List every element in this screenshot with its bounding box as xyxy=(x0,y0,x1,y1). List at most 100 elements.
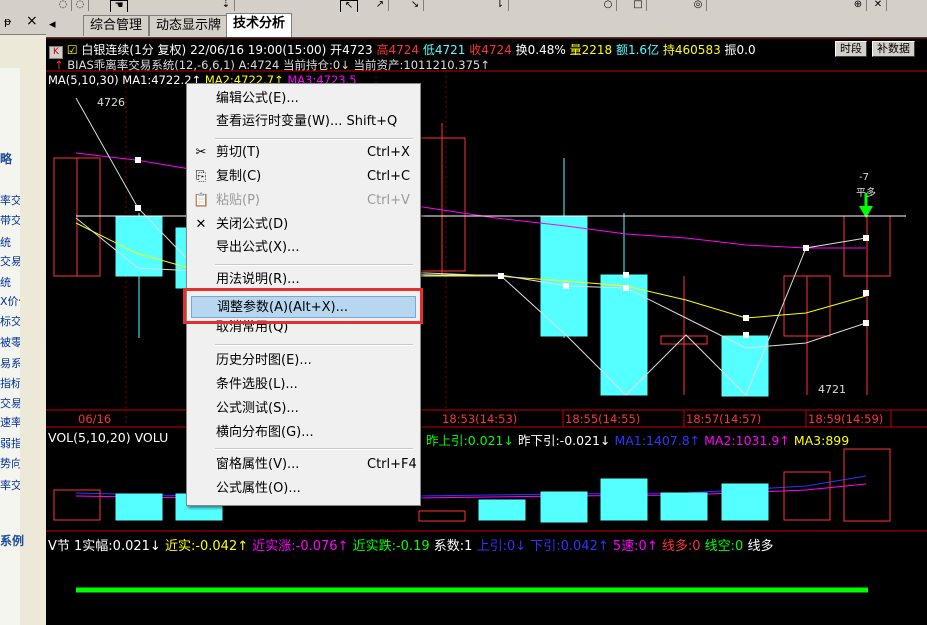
strategy-item[interactable]: 势向 xyxy=(0,455,20,475)
menu-item-label: 关闭公式(D) xyxy=(216,217,289,232)
paste-icon: 📋 xyxy=(193,193,210,208)
tab-dynamic-display[interactable]: 动态显示牌 xyxy=(149,15,229,36)
quote-low: 低4721 xyxy=(422,43,466,57)
strategy-item[interactable]: 交易 xyxy=(0,395,20,415)
menu-item[interactable]: ✂ 剪切(T) Ctrl+X xyxy=(187,142,420,164)
quote-volume: 量2218 xyxy=(569,43,613,57)
menu-item[interactable]: 条件选股(L)... xyxy=(187,374,420,396)
tab-comprehensive[interactable]: 综合管理 xyxy=(83,15,150,36)
v-long-2: 线多 xyxy=(747,539,774,554)
menu-item[interactable]: ⎘ 复制(C) Ctrl+C xyxy=(187,166,420,188)
menu-separator xyxy=(215,138,413,140)
circle-icon[interactable]: ○ xyxy=(600,0,617,11)
ma-marker xyxy=(135,205,141,211)
pencil-icon[interactable]: ↗ xyxy=(372,0,389,11)
volume-bar xyxy=(600,478,648,521)
v-upper: 上引:0↓ xyxy=(476,539,527,554)
v-coef: 系数:1 xyxy=(433,539,473,554)
volume-bar xyxy=(418,510,466,522)
menu-item[interactable]: 公式属性(O)... xyxy=(187,478,420,500)
volume-bar xyxy=(53,489,101,521)
strategy-item[interactable]: 指标 xyxy=(0,375,20,395)
low-price-label: 4721 xyxy=(818,383,846,396)
volume-bar xyxy=(540,491,588,523)
menu-item[interactable]: 历史分时图(E)... xyxy=(187,350,420,372)
signal-value: -7 xyxy=(859,172,869,183)
camera-icon[interactable]: ◌ xyxy=(72,0,89,11)
menu-item-label: 窗格属性(V)... xyxy=(216,457,300,472)
highlight-box xyxy=(183,288,423,324)
prev-up: 昨上引:0.021↓ xyxy=(426,433,514,448)
menu-separator xyxy=(215,448,413,450)
time-label: 18:59(14:59) xyxy=(808,412,884,426)
quote-change: 换0.48% xyxy=(515,43,566,57)
menu-item-shortcut: Ctrl+X xyxy=(367,145,410,160)
menu-item-label: 公式测试(S)... xyxy=(216,401,299,416)
menu-item[interactable]: 导出公式(X)... xyxy=(187,237,420,259)
time-label: 18:57(14:57) xyxy=(686,412,762,426)
close-icon[interactable]: × xyxy=(26,13,38,29)
signal-text: 平多 xyxy=(856,188,876,199)
menu-separator xyxy=(215,344,413,346)
quote-name: 白银连续(1分 复权) xyxy=(81,43,187,57)
menu-item[interactable]: 查看运行时变量(W)... Shift+Q xyxy=(187,111,420,133)
time-segment-button[interactable]: 时段 xyxy=(835,41,867,57)
settings-icon[interactable]: ◎ xyxy=(690,0,707,11)
vol-line: VOL(5,10,20) VOLU xyxy=(48,430,168,445)
pin-icon[interactable]: ᵽ xyxy=(4,15,11,28)
pin-icon[interactable]: ⊕ xyxy=(850,0,867,11)
zoom-icon[interactable]: ↘ xyxy=(407,0,424,11)
print-icon[interactable]: ⇂ xyxy=(492,0,509,11)
ma-marker xyxy=(863,290,869,296)
strategy-label: 略 xyxy=(0,152,13,166)
quote-open: 开4723 xyxy=(330,43,373,57)
menu-item-label: 查看运行时变量(W)... Shift+Q xyxy=(216,114,398,129)
menu-item[interactable]: 窗格属性(V)... Ctrl+F4 xyxy=(187,454,420,476)
chart-area[interactable]: K ☑ 白银连续(1分 复权) 22/06/16 19:00(15:00) 开4… xyxy=(46,38,927,625)
v-speed: 5速:0↑ xyxy=(612,539,658,554)
volume-bar xyxy=(843,448,891,522)
left-panel: ᵽ × 略 率交带交统交易统X价位标交被零易系指标交易速率弱指势向率交 系例 xyxy=(0,12,47,625)
ma-marker xyxy=(803,245,809,251)
v-amp: V节 1实幅:0.021↓ xyxy=(48,539,161,554)
ma-marker xyxy=(135,157,141,163)
strategy-item[interactable]: 弱指 xyxy=(0,435,20,455)
tab-technical-analysis[interactable]: 技术分析 xyxy=(226,13,293,37)
time-label: 18:53(14:53) xyxy=(442,412,518,426)
ma1-label: MA(5,10,30) MA1:4722.2↑ xyxy=(48,73,202,87)
quote-position: 持460583 xyxy=(662,43,721,57)
strategy-item[interactable]: 统 xyxy=(0,274,20,294)
close-icon[interactable]: ✕ xyxy=(870,0,887,11)
strategy-item[interactable]: 统 xyxy=(0,234,20,254)
ma-marker xyxy=(743,315,749,321)
square-icon[interactable]: □ xyxy=(630,0,647,11)
strategy-item[interactable]: 速率 xyxy=(0,414,20,434)
strategy-item[interactable]: 带交 xyxy=(0,212,20,232)
menu-item[interactable]: 📋 粘贴(P) Ctrl+V xyxy=(187,190,420,212)
strategy-item[interactable]: 率交 xyxy=(0,192,20,212)
menu-item-label: 横向分布图(G)... xyxy=(216,425,314,440)
menu-item-label: 复制(C) xyxy=(216,169,262,184)
strategy-item[interactable]: 率交 xyxy=(0,477,20,497)
menu-item[interactable]: 横向分布图(G)... xyxy=(187,422,420,444)
ma-marker xyxy=(863,320,869,326)
strategy-item[interactable]: 标交 xyxy=(0,313,20,333)
volume-bar xyxy=(478,499,526,521)
menu-item-label: 导出公式(X)... xyxy=(216,240,300,255)
arrow-icon[interactable]: ⇣ xyxy=(218,0,235,11)
v-lower: 下引:0.042↑ xyxy=(530,539,609,554)
menu-item[interactable]: 公式测试(S)... xyxy=(187,398,420,420)
ma-marker xyxy=(623,272,629,278)
v-long: 线多:0 xyxy=(661,539,701,554)
strategy-item[interactable]: 被零 xyxy=(0,334,20,354)
tab-scroll-left-icon[interactable]: ◂ xyxy=(49,15,57,35)
menu-item[interactable]: ✕ 关闭公式(D) xyxy=(187,214,420,236)
refresh-icon[interactable]: ◌ xyxy=(55,0,72,11)
strategy-item[interactable]: 易系 xyxy=(0,355,20,375)
strategy-item[interactable]: 交易 xyxy=(0,253,20,273)
menu-item[interactable]: 编辑公式(E)... xyxy=(187,88,420,110)
copy-icon: ⎘ xyxy=(195,169,207,184)
fill-data-button[interactable]: 补数据 xyxy=(872,41,915,57)
close-formula-icon: ✕ xyxy=(195,217,207,232)
strategy-item[interactable]: X价位 xyxy=(0,293,20,313)
